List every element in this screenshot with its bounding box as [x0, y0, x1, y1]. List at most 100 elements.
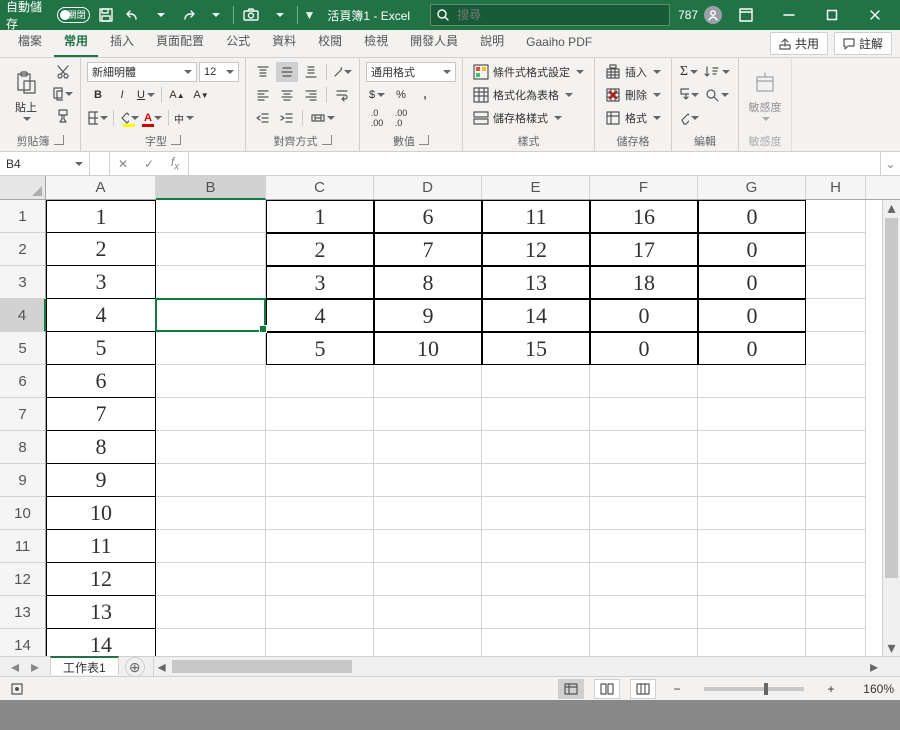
decrease-indent-button[interactable]	[252, 108, 274, 128]
cell[interactable]	[266, 365, 374, 398]
row-header[interactable]: 6	[0, 365, 45, 398]
tab-scroll-right[interactable]: ▸	[26, 658, 44, 676]
clear-button[interactable]	[678, 108, 700, 128]
find-select-button[interactable]	[702, 85, 732, 105]
row-header[interactable]: 4	[0, 299, 46, 332]
cell[interactable]	[156, 497, 266, 530]
cell[interactable]: 3	[266, 266, 374, 299]
column-header[interactable]: C	[266, 176, 374, 199]
cell[interactable]	[698, 596, 806, 629]
cell[interactable]	[482, 365, 590, 398]
cell[interactable]	[806, 398, 866, 431]
row-header[interactable]: 9	[0, 464, 45, 497]
font-name-combo[interactable]: 新細明體	[87, 62, 197, 82]
cell[interactable]: 15	[482, 332, 590, 365]
cell[interactable]	[374, 497, 482, 530]
row-header[interactable]: 3	[0, 266, 45, 299]
cell[interactable]	[482, 596, 590, 629]
redo-button[interactable]	[176, 3, 199, 27]
cell[interactable]	[806, 629, 866, 656]
cell[interactable]: 0	[590, 332, 698, 365]
scroll-down-icon[interactable]: ▾	[883, 640, 900, 656]
font-size-combo[interactable]: 12	[199, 62, 239, 82]
cell[interactable]: 9	[374, 299, 482, 332]
cell[interactable]	[698, 431, 806, 464]
cell[interactable]: 8	[46, 431, 156, 464]
cell[interactable]: 11	[46, 530, 156, 563]
search-input[interactable]	[455, 7, 663, 23]
cell[interactable]	[482, 629, 590, 656]
format-painter-button[interactable]	[52, 106, 74, 126]
cell[interactable]	[590, 365, 698, 398]
normal-view-button[interactable]	[558, 679, 584, 699]
confirm-edit-button[interactable]: ✓	[136, 153, 162, 175]
page-layout-view-button[interactable]	[594, 679, 620, 699]
cell[interactable]	[156, 398, 266, 431]
cell[interactable]	[374, 596, 482, 629]
row-header[interactable]: 8	[0, 431, 45, 464]
cell[interactable]: 3	[46, 266, 156, 299]
row-header[interactable]: 1	[0, 200, 45, 233]
cell[interactable]: 0	[698, 299, 806, 332]
ribbon-tab[interactable]: 校閱	[308, 26, 352, 57]
zoom-slider[interactable]	[704, 687, 804, 691]
cell[interactable]: 5	[46, 332, 156, 365]
cell[interactable]: 12	[46, 563, 156, 596]
cell[interactable]	[266, 596, 374, 629]
cell[interactable]	[806, 431, 866, 464]
copy-button[interactable]	[52, 84, 74, 104]
number-format-combo[interactable]: 通用格式	[366, 62, 456, 82]
align-bottom-button[interactable]	[300, 62, 322, 82]
cell[interactable]	[806, 497, 866, 530]
orientation-button[interactable]	[331, 62, 353, 82]
phonetic-button[interactable]: 中	[173, 108, 195, 128]
cell[interactable]	[806, 266, 866, 299]
cell[interactable]: 0	[698, 332, 806, 365]
cell[interactable]	[590, 464, 698, 497]
cut-button[interactable]	[52, 62, 74, 82]
cell[interactable]: 17	[590, 233, 698, 266]
add-sheet-button[interactable]: ⊕	[125, 657, 145, 676]
cell[interactable]	[590, 530, 698, 563]
ribbon-mode-button[interactable]	[726, 0, 765, 30]
cell[interactable]	[590, 563, 698, 596]
cell[interactable]	[482, 530, 590, 563]
shrink-font-button[interactable]: A▼	[190, 85, 212, 105]
increase-indent-button[interactable]	[276, 108, 298, 128]
formula-input[interactable]	[189, 152, 880, 175]
cell[interactable]	[374, 530, 482, 563]
cell[interactable]: 0	[698, 266, 806, 299]
cell[interactable]	[590, 596, 698, 629]
cell[interactable]: 16	[590, 200, 698, 233]
comma-button[interactable]: ,	[414, 85, 436, 105]
cell[interactable]	[806, 530, 866, 563]
share-button[interactable]: 共用	[770, 32, 828, 55]
column-header[interactable]: F	[590, 176, 698, 199]
delete-cells-button[interactable]: 刪除	[601, 85, 665, 105]
ribbon-tab[interactable]: 常用	[54, 26, 98, 57]
horizontal-scrollbar[interactable]: ◂ ▸	[153, 657, 882, 676]
close-button[interactable]	[855, 0, 894, 30]
camera-button[interactable]	[240, 3, 263, 27]
cell[interactable]	[482, 497, 590, 530]
cell[interactable]	[374, 431, 482, 464]
cancel-edit-button[interactable]: ✕	[110, 153, 136, 175]
cell[interactable]	[806, 464, 866, 497]
dialog-launcher-icon[interactable]	[54, 135, 64, 145]
fill-button[interactable]	[678, 85, 700, 105]
row-header[interactable]: 5	[0, 332, 45, 365]
cell[interactable]: 0	[590, 299, 698, 332]
cell[interactable]	[156, 464, 266, 497]
zoom-level[interactable]: 160%	[852, 682, 894, 696]
cell[interactable]	[482, 563, 590, 596]
cell[interactable]: 14	[46, 629, 156, 656]
cell[interactable]	[698, 530, 806, 563]
cell[interactable]: 7	[46, 398, 156, 431]
scroll-left-icon[interactable]: ◂	[154, 657, 170, 676]
cell[interactable]: 8	[374, 266, 482, 299]
record-macro-button[interactable]	[6, 679, 28, 699]
column-header[interactable]: B	[156, 176, 266, 200]
cell[interactable]	[266, 629, 374, 656]
insert-cells-button[interactable]: 插入	[601, 62, 665, 82]
cell[interactable]	[698, 464, 806, 497]
